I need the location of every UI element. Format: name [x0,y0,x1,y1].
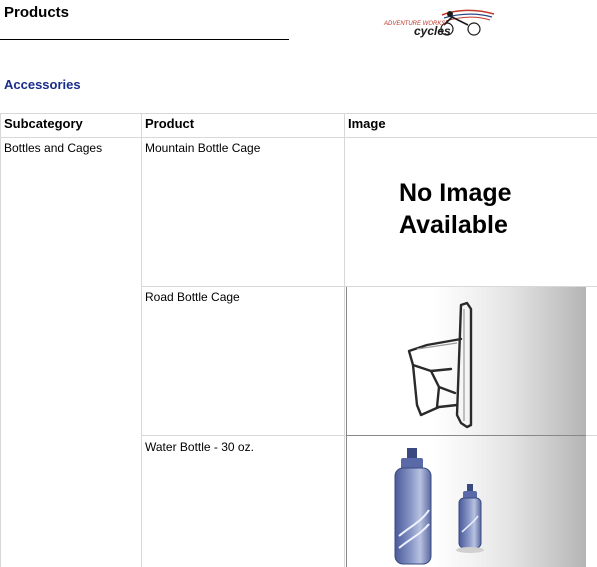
column-header-image: Image [348,116,386,131]
no-image-placeholder: No Image Available [399,177,512,241]
category-heading: Accessories [4,77,81,92]
column-header-subcategory: Subcategory [4,116,83,131]
table-top-border [0,113,597,114]
title-underline [0,39,289,40]
column-border [141,113,142,567]
product-cell: Mountain Bottle Cage [145,141,261,155]
logo-bottom-text: cycles [414,24,451,38]
no-image-line: No Image [399,179,512,207]
product-cell: Road Bottle Cage [145,290,240,304]
bottle-cage-image [346,287,586,436]
subcategory-cell: Bottles and Cages [4,141,103,155]
water-bottle-icon [394,448,484,565]
column-border [0,113,1,567]
column-border [344,113,345,567]
column-header-product: Product [145,116,195,131]
page-title: Products [4,4,70,21]
no-image-line: Available [399,211,508,239]
bottle-cage-icon [407,301,473,429]
adventure-works-logo: ADVENTURE WORKS cycles [383,9,495,38]
product-cell: Water Bottle - 30 oz. [145,440,254,454]
water-bottle-image [346,436,586,567]
header-bottom-border [0,137,597,138]
